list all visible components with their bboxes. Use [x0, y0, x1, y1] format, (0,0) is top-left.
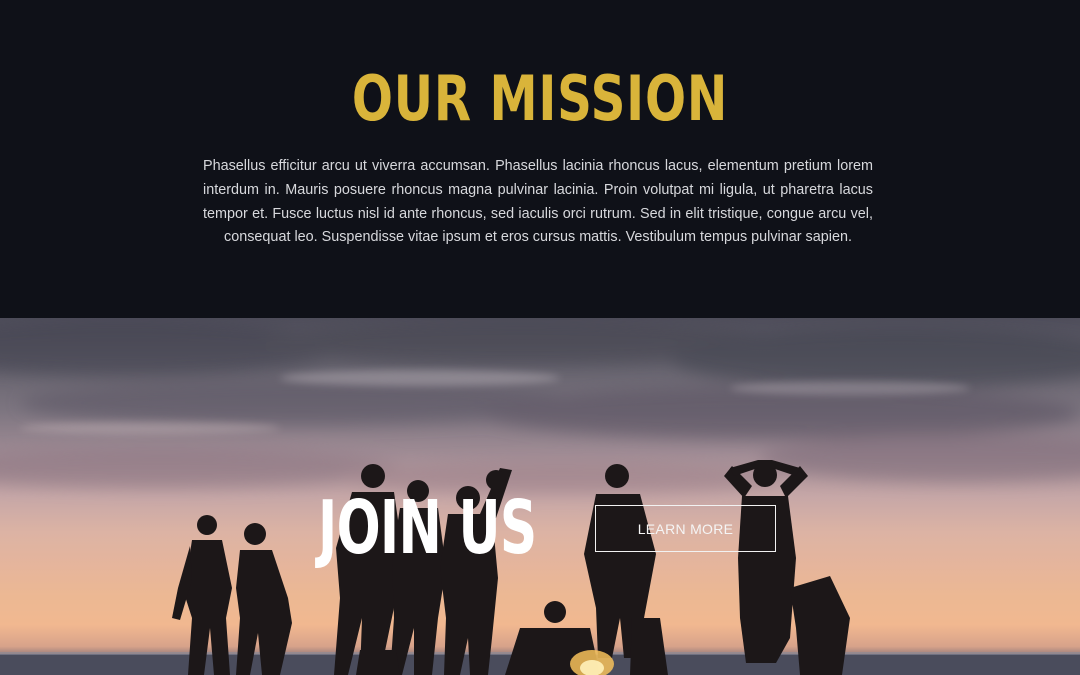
mission-text: Phasellus efficitur arcu ut viverra accu…: [203, 158, 873, 246]
join-title: JOIN US: [318, 485, 537, 571]
mission-title: OUR MISSION: [351, 62, 729, 135]
learn-more-button[interactable]: LEARN MORE: [595, 505, 776, 552]
join-section: JOIN US LEARN MORE: [0, 318, 1080, 675]
people-silhouettes-image: [172, 460, 850, 675]
mission-section: OUR MISSION Phasellus efficitur arcu ut …: [0, 0, 1080, 318]
